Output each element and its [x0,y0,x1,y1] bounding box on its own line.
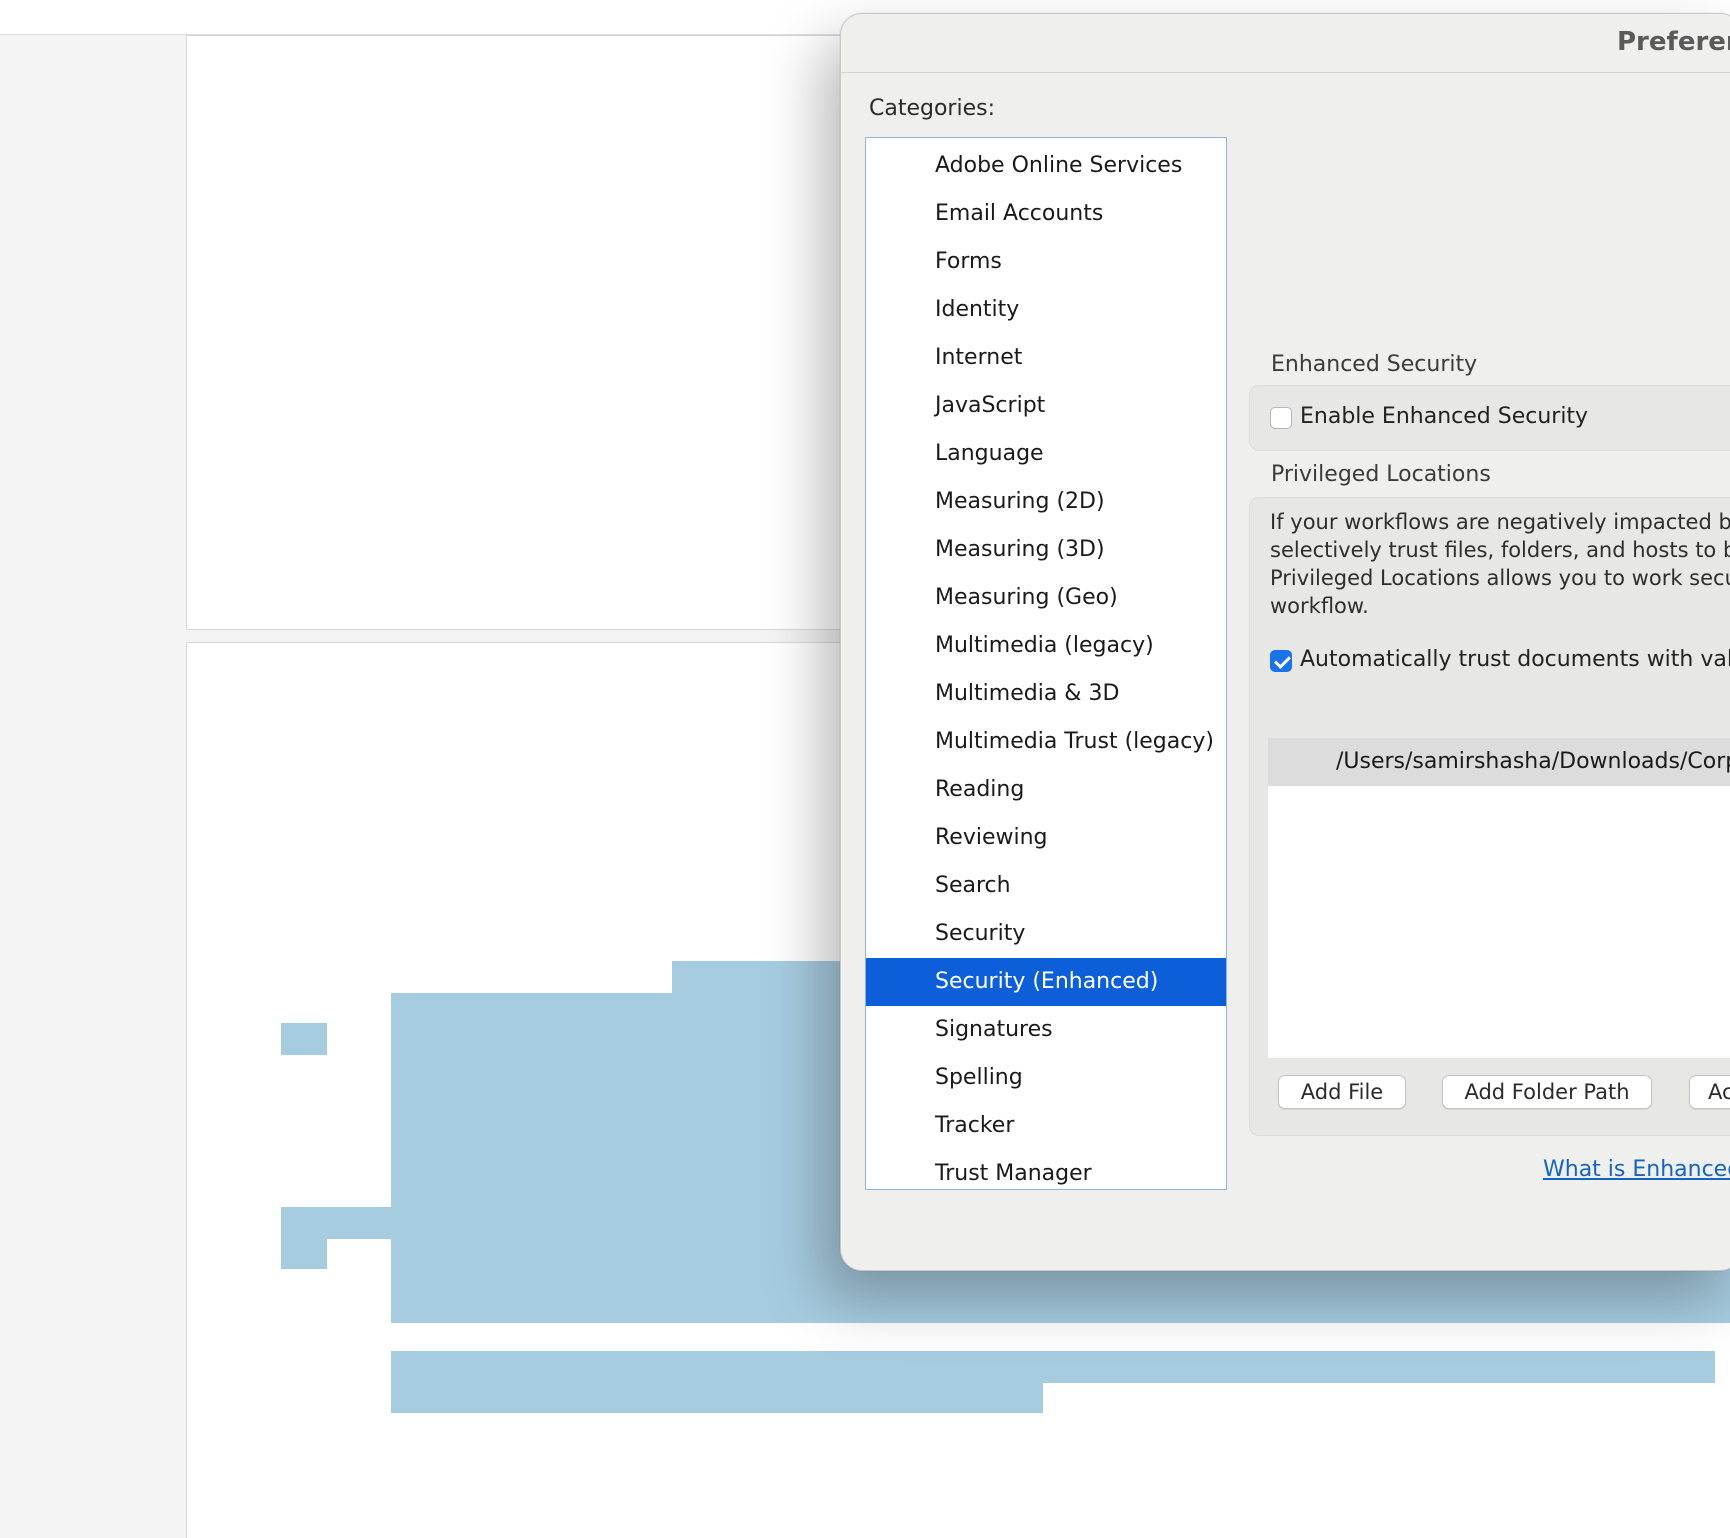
enhanced-security-panel: Enable Enhanced Security [1249,385,1730,451]
preferences-dialog: Preferences Categories: Adobe Online Ser… [840,13,1730,1271]
redacted-block [281,1207,391,1239]
redacted-block [391,1351,1715,1383]
category-item[interactable]: Multimedia Trust (legacy) [866,718,1226,766]
privileged-locations-heading: Privileged Locations [1271,462,1491,487]
auto-trust-label[interactable]: Automatically trust documents with valid [1300,647,1730,672]
category-item[interactable]: Email Accounts [866,190,1226,238]
category-item[interactable]: Search [866,862,1226,910]
dialog-titlebar[interactable]: Preferences [841,14,1730,73]
category-item[interactable]: Adobe Online Services [866,142,1226,190]
category-item[interactable]: Internet [866,334,1226,382]
privileged-locations-panel: If your workflows are negatively impacte… [1249,497,1730,1136]
category-item[interactable]: Language [866,430,1226,478]
redacted-block [281,1237,327,1269]
what-is-enhanced-security-link[interactable]: What is Enhanced [1543,1157,1730,1182]
privileged-locations-description: If your workflows are negatively impacte… [1270,508,1730,620]
privileged-locations-list[interactable]: /Users/samirshasha/Downloads/Corp [1268,738,1730,1058]
category-item[interactable]: Signatures [866,1006,1226,1054]
category-item[interactable]: Measuring (Geo) [866,574,1226,622]
enhanced-security-heading: Enhanced Security [1271,352,1478,377]
enable-enhanced-security-label[interactable]: Enable Enhanced Security [1300,404,1588,429]
category-item[interactable]: Reviewing [866,814,1226,862]
enable-enhanced-security-checkbox[interactable] [1270,407,1292,429]
add-file-button[interactable]: Add File [1278,1075,1406,1109]
auto-trust-checkbox[interactable] [1270,650,1292,672]
description-line: selectively trust files, folders, and ho… [1270,538,1730,562]
category-item[interactable]: JavaScript [866,382,1226,430]
categories-label: Categories: [869,96,995,121]
add-folder-path-button[interactable]: Add Folder Path [1442,1075,1652,1109]
category-item-selected[interactable]: Security (Enhanced) [866,958,1226,1006]
category-item[interactable]: Trust Manager [866,1150,1226,1189]
category-item[interactable]: Security [866,910,1226,958]
category-item[interactable]: Spelling [866,1054,1226,1102]
category-item[interactable]: Tracker [866,1102,1226,1150]
redacted-block [281,1023,327,1055]
category-item[interactable]: Reading [866,766,1226,814]
categories-list[interactable]: Adobe Online Services Email Accounts For… [865,137,1227,1190]
category-item[interactable]: Measuring (2D) [866,478,1226,526]
category-item[interactable]: Forms [866,238,1226,286]
category-item[interactable]: Identity [866,286,1226,334]
description-line: workflow. [1270,594,1369,618]
category-item[interactable]: Measuring (3D) [866,526,1226,574]
description-line: Privileged Locations allows you to work … [1270,566,1730,590]
dialog-title: Preferences [1617,27,1730,57]
category-item[interactable]: Multimedia (legacy) [866,622,1226,670]
redacted-block [391,1381,1043,1413]
privileged-location-row[interactable]: /Users/samirshasha/Downloads/Corp [1268,738,1730,786]
category-item[interactable]: Multimedia & 3D [866,670,1226,718]
add-host-button[interactable]: Ac [1689,1075,1730,1109]
description-line: If your workflows are negatively impacte… [1270,510,1730,534]
